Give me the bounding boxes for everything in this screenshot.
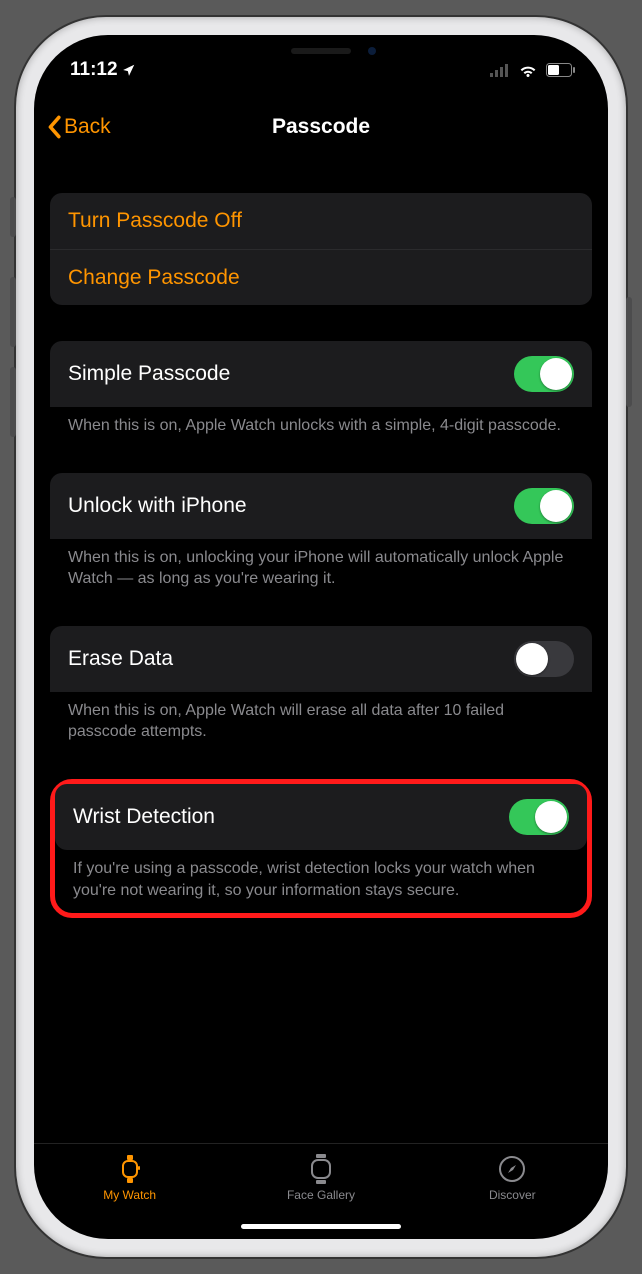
volume-down-button [10, 367, 16, 437]
mute-switch [10, 197, 16, 237]
passcode-actions-group: Turn Passcode Off Change Passcode [50, 193, 592, 305]
erase-data-note: When this is on, Apple Watch will erase … [50, 692, 592, 743]
erase-data-cell[interactable]: Erase Data [50, 626, 592, 692]
unlock-iphone-label: Unlock with iPhone [68, 494, 247, 518]
simple-passcode-note: When this is on, Apple Watch unlocks wit… [50, 407, 592, 437]
tab-face-gallery-label: Face Gallery [287, 1188, 355, 1202]
page-title: Passcode [34, 115, 608, 139]
change-passcode-button[interactable]: Change Passcode [50, 249, 592, 305]
back-button[interactable]: Back [46, 115, 111, 139]
back-label: Back [64, 115, 111, 139]
wifi-icon [518, 63, 538, 77]
tab-my-watch-label: My Watch [103, 1188, 156, 1202]
wrist-detection-note: If you're using a passcode, wrist detect… [55, 850, 587, 901]
battery-icon [546, 63, 576, 77]
compass-icon [498, 1154, 526, 1184]
watch-icon [117, 1154, 143, 1184]
wrist-detection-toggle[interactable] [509, 799, 569, 835]
simple-passcode-cell[interactable]: Simple Passcode [50, 341, 592, 407]
nav-bar: Back Passcode [34, 99, 608, 155]
simple-passcode-group: Simple Passcode When this is on, Apple W… [50, 341, 592, 437]
volume-up-button [10, 277, 16, 347]
erase-data-group: Erase Data When this is on, Apple Watch … [50, 626, 592, 743]
tab-face-gallery[interactable]: Face Gallery [226, 1154, 415, 1202]
unlock-iphone-cell[interactable]: Unlock with iPhone [50, 473, 592, 539]
status-time: 11:12 [70, 59, 118, 81]
wrist-detection-highlight: Wrist Detection If you're using a passco… [50, 779, 592, 918]
simple-passcode-toggle[interactable] [514, 356, 574, 392]
location-arrow-icon [122, 63, 136, 77]
phone-frame: 11:12 [16, 17, 626, 1257]
wrist-detection-cell[interactable]: Wrist Detection [55, 784, 587, 850]
change-passcode-label: Change Passcode [68, 266, 240, 290]
content[interactable]: Turn Passcode Off Change Passcode Simple… [34, 155, 608, 1143]
unlock-iphone-group: Unlock with iPhone When this is on, unlo… [50, 473, 592, 590]
unlock-iphone-toggle[interactable] [514, 488, 574, 524]
screen: 11:12 [34, 35, 608, 1239]
erase-data-toggle[interactable] [514, 641, 574, 677]
unlock-iphone-note: When this is on, unlocking your iPhone w… [50, 539, 592, 590]
cellular-signal-icon [490, 63, 510, 77]
turn-passcode-off-button[interactable]: Turn Passcode Off [50, 193, 592, 249]
chevron-left-icon [46, 115, 62, 139]
tab-discover[interactable]: Discover [418, 1154, 607, 1202]
tab-discover-label: Discover [489, 1188, 536, 1202]
wrist-detection-label: Wrist Detection [73, 805, 215, 829]
simple-passcode-label: Simple Passcode [68, 362, 230, 386]
home-indicator[interactable] [241, 1224, 401, 1229]
erase-data-label: Erase Data [68, 647, 173, 671]
turn-passcode-off-label: Turn Passcode Off [68, 209, 242, 233]
face-gallery-icon [310, 1154, 332, 1184]
power-button [626, 297, 632, 407]
tab-my-watch[interactable]: My Watch [35, 1154, 224, 1202]
notch [206, 35, 436, 67]
